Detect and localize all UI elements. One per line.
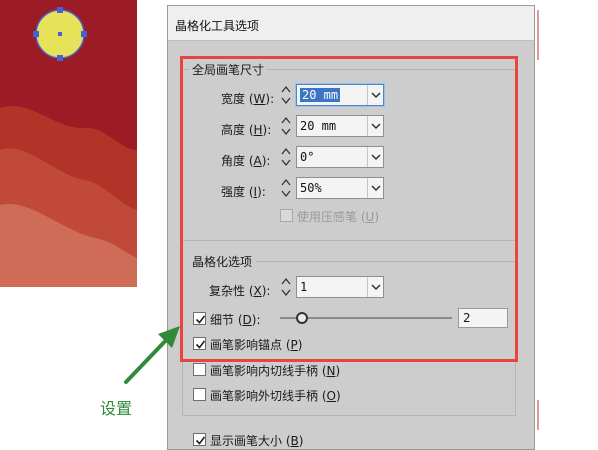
highlight-box (180, 56, 518, 362)
brush-out-tangent-label: 画笔影响外切线手柄 (O) (210, 389, 341, 403)
arrow-icon (124, 326, 180, 384)
artwork-preview (0, 0, 137, 287)
brush-out-tangent-checkbox[interactable] (193, 388, 206, 401)
window-edge (537, 10, 539, 430)
dialog-title: 晶格化工具选项 (175, 19, 260, 33)
checkmark-icon (195, 436, 206, 445)
show-brush-size-label: 显示画笔大小 (B) (210, 434, 304, 448)
show-brush-size-checkbox[interactable] (193, 433, 206, 446)
brush-in-tangent-checkbox[interactable] (193, 363, 206, 376)
dialog-titlebar[interactable]: 晶格化工具选项 (168, 6, 534, 41)
brush-in-tangent-label: 画笔影响内切线手柄 (N) (210, 364, 341, 378)
annotation-label: 设置 (100, 399, 133, 418)
